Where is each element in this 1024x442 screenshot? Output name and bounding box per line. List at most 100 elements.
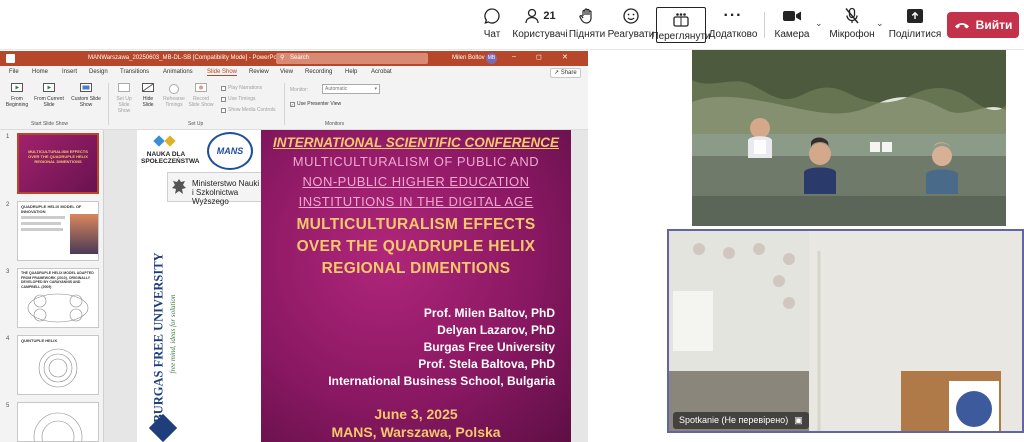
slide-thumbnail-5[interactable] [17,402,99,442]
camera-options-chevron-icon[interactable]: ⌄ [815,18,823,29]
menu-slide-show[interactable]: Slide Show [207,69,238,76]
chat-button[interactable]: Чат [481,6,503,46]
maximize-icon[interactable]: ◻ [536,53,542,61]
slide-thumbnail-4[interactable]: QUINTUPLE HELIX [17,335,99,395]
use-presenter-view-checkbox[interactable]: ✓ Use Presenter View [290,101,341,107]
people-button[interactable]: 21 Користувачі [512,6,568,46]
minimize-icon[interactable]: – [512,53,516,60]
screen-share-icon: ▣ [794,415,803,425]
view-button[interactable]: Переглянути [651,7,711,43]
menu-transitions[interactable]: Transitions [120,69,149,75]
current-slide[interactable]: NAUKA DLA SPOŁECZEŃSTWA MANS Ministerstw… [137,130,571,442]
menu-file[interactable]: File [9,69,19,75]
use-timings-checkbox[interactable]: Use Timings [221,96,256,102]
ppt-title-bar: MANWarszawa_20250603_MB-DL-SB [Compatibi… [0,51,588,66]
microphone-options-chevron-icon[interactable]: ⌄ [876,18,884,29]
show-media-controls-checkbox[interactable]: Show Media Controls [221,107,276,113]
menu-help[interactable]: Help [345,69,357,75]
search-icon: ⚲ [280,55,285,61]
camera-button[interactable]: Камера [775,6,809,46]
phone-hangup-icon [954,23,969,29]
play-narrations-checkbox[interactable]: Play Narrations [221,85,262,91]
slide-thumbnail-3[interactable]: THE QUADRUPLE HELIX MODEL ADAPTED FROM F… [17,268,99,328]
share-tray-icon [906,6,924,26]
monitor-label: Monitor: [290,87,309,93]
custom-show-icon [80,83,92,92]
quintuple-diagram-icon [38,348,78,388]
menu-review[interactable]: Review [249,69,269,75]
timer-icon [169,84,179,94]
record-slide-show-button[interactable]: Record Slide Show [188,83,214,108]
nauka-logo-icon [153,135,176,147]
autosave-icon [6,54,15,63]
set-up-slide-show-button[interactable]: Set Up Slide Show [112,83,136,114]
raise-hand-button[interactable]: Підняти [569,6,605,46]
react-button[interactable]: Реагувати [608,6,654,46]
video-tile-conference-panel[interactable] [692,50,1006,226]
ppt-share-button[interactable]: ↗ Share [550,68,581,78]
slide-place: MANS, Warszawa, Polska [331,424,501,440]
menu-recording[interactable]: Recording [305,69,332,75]
people-icon [525,8,540,24]
camera-icon [782,6,802,26]
video-tile-spotkanie[interactable] [667,229,1024,433]
slideshow-start-icon [11,83,23,92]
from-current-slide-button[interactable]: From Current Slide [32,83,66,108]
shared-powerpoint-window: MANWarszawa_20250603_MB-DL-SB [Compatibi… [0,51,588,442]
hide-slide-button[interactable]: Hide Slide [138,83,158,108]
record-icon [195,83,207,92]
mans-logo: MANS [207,132,253,170]
setup-icon [118,83,130,92]
chat-icon [483,6,501,26]
more-button[interactable]: ··· Додатково [709,6,758,46]
view-layout-icon [672,10,690,29]
custom-slide-show-button[interactable]: Custom Slide Show [68,83,104,108]
dropdown-chevron-icon: ▾ [374,86,377,92]
microphone-button[interactable]: Мікрофон [829,6,875,46]
share-screen-button[interactable]: Поділитися [889,6,941,46]
teams-meeting-window: Чат 21 Користувачі Підняти Реагувати Пер… [0,0,1024,442]
ppt-editor-area: 1 MULTICULTURALISM EFFECTS OVER THE QUAD… [0,130,588,442]
ppt-user-name: Milen Boltov [452,55,485,61]
menu-acrobat[interactable]: Acrobat [371,69,392,75]
menu-home[interactable]: Home [32,69,48,75]
circles-diagram-icon [33,412,83,441]
menu-insert[interactable]: Insert [62,69,77,75]
user-avatar: MB [486,53,497,64]
nauka-logo: NAUKA DLA SPOŁECZEŃSTWA [141,134,200,166]
slide-thumbnail-1[interactable]: MULTICULTURALISM EFFECTS OVER THE QUADRU… [17,133,99,194]
slide-subtitle-line: NON-PUBLIC HIGHER EDUCATION [302,174,530,189]
toolbar-divider [764,12,765,38]
room-camera-feed-image [669,231,1022,431]
slide-date: June 3, 2025 [374,406,458,422]
slide-conference-title: INTERNATIONAL SCIENTIFIC CONFERENCE [272,135,559,150]
microphone-muted-icon [844,6,860,26]
group-label-monitors: Monitors [325,121,345,127]
participant-count: 21 [543,10,556,22]
ministry-logo: Ministerstwo Nauki i Szkolnictwa Wyższeg… [167,172,267,206]
slide-affiliation: Burgas Free University [423,340,555,354]
slide-author: Prof. Stela Baltova, PhD [418,357,555,371]
slide-logo-column: NAUKA DLA SPOŁECZEŃSTWA MANS Ministerstw… [137,130,267,442]
menu-design[interactable]: Design [89,69,108,75]
video-feed-image [692,50,1006,226]
close-icon[interactable]: ✕ [562,53,568,61]
group-label-start: Start Slide Show [31,121,68,127]
participant-name-tag: Spotkanie (Не перевірено) ▣ [673,412,809,429]
menu-animations[interactable]: Animations [163,69,193,75]
group-label-setup: Set Up [188,121,204,127]
slideshow-current-icon [43,83,55,92]
slide-author: Prof. Milen Baltov, PhD [423,306,555,320]
hide-slide-icon [142,83,154,92]
menu-view[interactable]: View [280,69,293,75]
leave-button[interactable]: Вийти [947,12,1019,38]
monitor-select[interactable]: Automatic ▾ [322,84,380,94]
hand-icon [579,6,595,26]
slide-thumbnail-2[interactable]: QUADRUPLE HELIX MODEL OF INNOVATION [17,201,99,261]
ppt-menu-bar: File Home Insert Design Transitions Anim… [0,66,588,79]
ppt-search-box[interactable]: ⚲ Search [276,53,428,64]
meeting-toolbar: Чат 21 Користувачі Підняти Реагувати Пер… [0,0,1024,50]
rehearse-timings-button[interactable]: Rehearse Timings [162,83,186,108]
from-beginning-button[interactable]: From Beginning [4,83,30,108]
slide-main-title-line: OVER THE QUADRUPLE HELIX [296,238,536,255]
